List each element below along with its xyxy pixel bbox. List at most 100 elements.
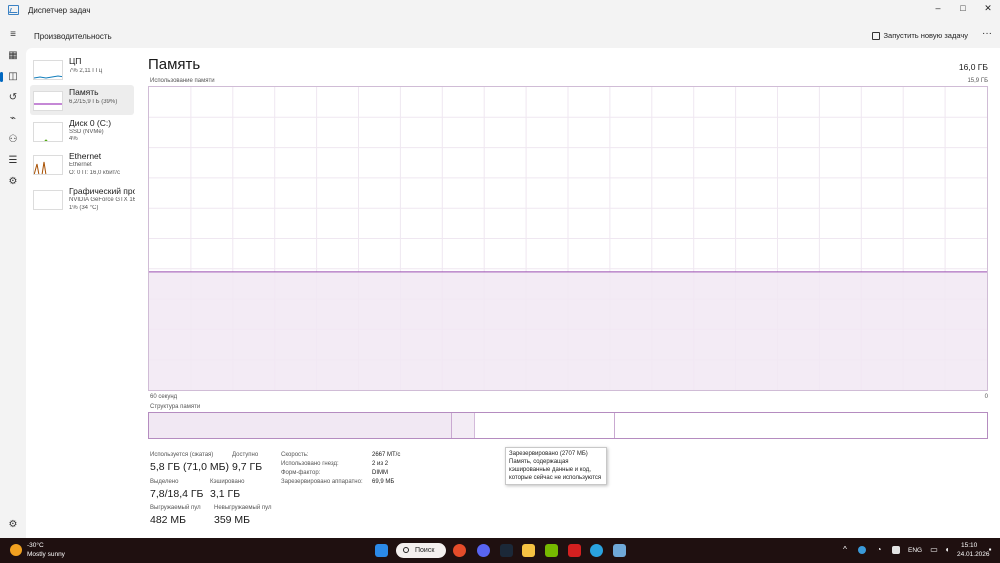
task-manager-app-icon xyxy=(8,5,19,15)
minimize-button[interactable]: – xyxy=(926,0,950,18)
perf-item-memory[interactable]: Память 6,2/15,9 ГБ (39%) xyxy=(30,85,134,115)
services-icon[interactable]: ⚙ xyxy=(4,173,22,191)
details-icon[interactable]: ☰ xyxy=(4,152,22,170)
memory-composition-bar[interactable] xyxy=(148,412,988,439)
discord-icon[interactable] xyxy=(477,544,490,557)
run-new-task-button[interactable]: Запустить новую задачу xyxy=(871,31,968,40)
segment-modified[interactable] xyxy=(452,413,475,438)
perf-item-cpu[interactable]: ЦП 7% 2,11 ГГц xyxy=(30,54,134,84)
taskbar: -30°C Mostly sunny Поиск ^ ◔ ENG ▭ ◖ 15:… xyxy=(0,538,1000,563)
perf-item-name: Диск 0 (C:) xyxy=(69,118,112,128)
history-icon[interactable]: ↺ xyxy=(4,89,22,107)
slots-used-label: Использовано гнезд: xyxy=(281,461,339,467)
perf-item-ethernet[interactable]: Ethernet Ethernet О: 0 П: 16,0 кбит/с xyxy=(30,149,134,179)
tray-network-icon[interactable]: ◔ xyxy=(875,546,883,554)
run-new-task-label: Запустить новую задачу xyxy=(883,31,968,40)
graph-axis-end: 0 xyxy=(984,394,988,400)
startup-icon[interactable]: ⌁ xyxy=(4,110,22,128)
perf-item-disk[interactable]: Диск 0 (C:) SSD (NVMe) 4% xyxy=(30,116,134,146)
available-value: 9,7 ГБ xyxy=(232,461,263,473)
input-language[interactable]: ENG xyxy=(908,547,922,554)
perf-item-detail: 7% 2,11 ГГц xyxy=(69,68,103,74)
segment-standby[interactable] xyxy=(475,413,615,438)
perf-item-detail: SSD (NVMe) xyxy=(69,129,104,135)
adobe-icon[interactable] xyxy=(568,544,581,557)
cpu-thumbnail-graph xyxy=(33,60,63,80)
tray-volume-icon[interactable]: ◖ xyxy=(943,546,951,554)
task-manager-taskbar-icon[interactable] xyxy=(613,544,626,557)
hamburger-menu-icon[interactable]: ≡ xyxy=(4,26,22,44)
graph-axis-start: 60 секунд xyxy=(150,394,178,400)
perf-item-gpu[interactable]: Графический про NVIDIA GeForce GTX 16( 1… xyxy=(30,184,135,214)
segment-free[interactable] xyxy=(615,413,987,438)
perf-item-detail-2: 1% (34 °C) xyxy=(69,205,99,211)
slots-used-value: 2 из 2 xyxy=(372,461,389,467)
memory-usage-label: Использование памяти xyxy=(150,78,215,84)
tray-app-icon[interactable] xyxy=(858,546,866,554)
window-title: Диспетчер задач xyxy=(28,6,91,15)
memory-details: Память 16,0 ГБ Использование памяти 15,9… xyxy=(148,48,992,538)
performance-icon[interactable]: ◫ xyxy=(0,68,22,86)
navigation-rail: ≡ ▦ ◫ ↺ ⌁ ⚇ ☰ ⚙ ⚙ xyxy=(0,24,26,538)
memory-thumbnail-graph xyxy=(33,91,63,111)
file-explorer-icon[interactable] xyxy=(522,544,535,557)
title-bar[interactable]: Диспетчер задач – □ ✕ xyxy=(0,0,1000,22)
standby-tooltip: Зарезервировано (2707 МБ) Память, содерж… xyxy=(505,447,607,485)
tray-chevron-up-icon[interactable]: ^ xyxy=(841,546,849,554)
memory-thumbnail-svg xyxy=(34,103,62,105)
page-header: Производительность Запустить новую задач… xyxy=(26,26,1000,48)
form-factor-value: DIMM xyxy=(372,470,388,476)
memory-usage-graph xyxy=(148,86,988,391)
search-icon xyxy=(403,547,409,553)
windows-start-icon[interactable] xyxy=(375,544,388,557)
steam-icon[interactable] xyxy=(500,544,513,557)
more-options-button[interactable]: ··· xyxy=(982,28,992,39)
paged-pool-value: 482 МБ xyxy=(150,514,187,526)
processes-icon[interactable]: ▦ xyxy=(4,47,22,65)
content-panel: ЦП 7% 2,11 ГГц Память 6,2/15,9 ГБ (39%) … xyxy=(26,48,1000,538)
memory-composition-label: Структура памяти xyxy=(150,404,201,410)
weather-sun-icon[interactable] xyxy=(10,544,22,556)
maximize-button[interactable]: □ xyxy=(951,0,975,18)
perf-item-name: ЦП xyxy=(69,56,82,66)
perf-item-detail: 6,2/15,9 ГБ (39%) xyxy=(69,99,118,105)
perf-item-detail-2: 4% xyxy=(69,136,78,142)
performance-list: ЦП 7% 2,11 ГГц Память 6,2/15,9 ГБ (39%) … xyxy=(26,48,136,538)
memory-usage-area xyxy=(149,271,987,390)
weather-description[interactable]: Mostly sunny xyxy=(27,551,65,558)
settings-icon[interactable]: ⚙ xyxy=(4,516,22,534)
perf-item-detail-2: О: 0 П: 16,0 кбит/с xyxy=(69,170,120,176)
perf-item-name: Память xyxy=(69,87,99,97)
available-label: Доступно xyxy=(232,452,259,458)
memory-title: Память xyxy=(148,56,201,73)
tray-monitor-icon[interactable]: ▭ xyxy=(930,546,938,554)
cpu-thumbnail-svg xyxy=(34,75,62,79)
segment-in-use[interactable] xyxy=(149,413,453,438)
nonpaged-pool-value: 359 МБ xyxy=(214,514,251,526)
tray-app-icon-2[interactable] xyxy=(892,546,900,554)
in-use-label: Используется (сжатая) xyxy=(150,452,214,458)
weather-temperature[interactable]: -30°C xyxy=(27,542,44,549)
taskbar-search-box[interactable]: Поиск xyxy=(396,543,446,558)
run-task-icon xyxy=(871,31,880,40)
clock-time[interactable]: 15:10 xyxy=(961,542,977,549)
memory-usage-graph-svg xyxy=(149,87,987,390)
committed-label: Выделено xyxy=(150,479,179,485)
memory-total: 16,0 ГБ xyxy=(958,62,988,72)
perf-item-detail: Ethernet xyxy=(69,162,92,168)
nonpaged-pool-label: Невыгружаемый пул xyxy=(214,505,272,511)
users-icon[interactable]: ⚇ xyxy=(4,131,22,149)
speed-label: Скорость: xyxy=(281,452,309,458)
perf-item-name: Графический про xyxy=(69,186,135,196)
page-title: Производительность xyxy=(34,32,112,41)
close-button[interactable]: ✕ xyxy=(976,0,1000,18)
disk-thumbnail-graph xyxy=(33,122,63,142)
telegram-icon[interactable] xyxy=(590,544,603,557)
notifications-icon[interactable]: ▪ xyxy=(986,546,994,554)
nvidia-icon[interactable] xyxy=(545,544,558,557)
speed-value: 2667 МТ/с xyxy=(372,452,401,458)
chrome-icon[interactable] xyxy=(453,544,466,557)
in-use-value: 5,8 ГБ (71,0 МБ) xyxy=(150,461,229,473)
disk-thumbnail-svg xyxy=(44,139,48,141)
clock-date[interactable]: 24.01.2026 xyxy=(957,551,990,558)
